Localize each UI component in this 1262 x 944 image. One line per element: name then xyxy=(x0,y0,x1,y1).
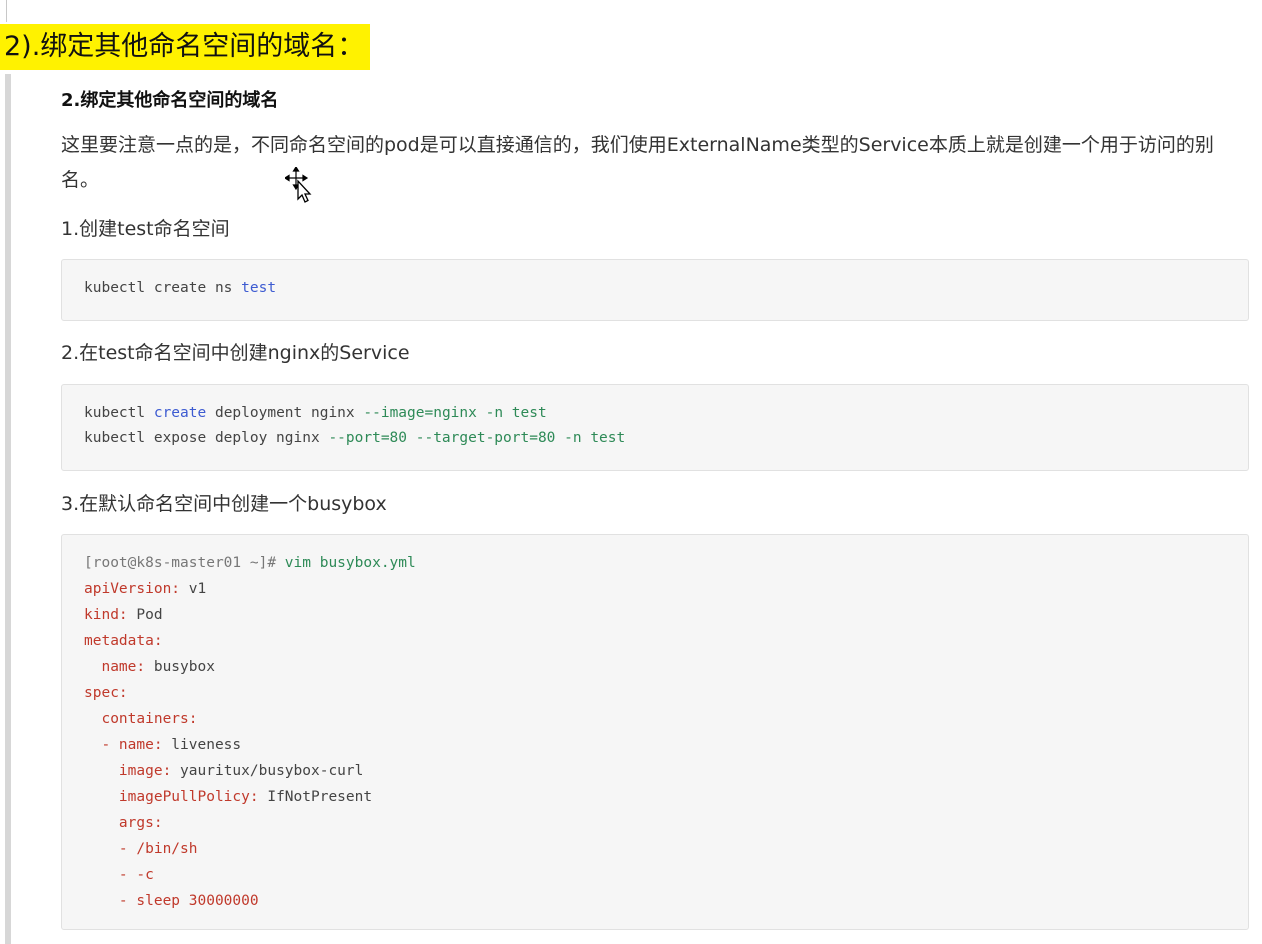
shell-command: vim busybox.yml xyxy=(284,555,416,571)
yaml-value: IfNotPresent xyxy=(258,789,373,805)
yaml-line: imagePullPolicy: IfNotPresent xyxy=(84,789,372,805)
shell-prompt: [root@k8s-master01 ~]# xyxy=(84,555,285,571)
yaml-value: Pod xyxy=(127,607,163,623)
code-option: --image=nginx -n test xyxy=(363,405,547,421)
code-option: --port=80 --target-port=80 -n test xyxy=(328,430,626,446)
code-text: kubectl xyxy=(84,405,154,421)
intro-paragraph: 这里要注意一点的是，不同命名空间的pod是可以直接通信的，我们使用Externa… xyxy=(61,134,1214,191)
yaml-value: liveness xyxy=(162,737,242,753)
yaml-key: - name: xyxy=(84,737,163,753)
yaml-key: metadata: xyxy=(84,633,163,649)
code-text: deployment nginx xyxy=(206,405,364,421)
yaml-key: args: xyxy=(84,815,163,831)
yaml-line: kind: Pod xyxy=(84,607,163,623)
yaml-key: name: xyxy=(84,659,146,675)
highlighted-heading: 2).绑定其他命名空间的域名： xyxy=(0,24,371,70)
step3-label: 3.在默认命名空间中创建一个busybox xyxy=(61,493,387,515)
move-cursor-icon xyxy=(285,167,312,203)
blockquote-rule xyxy=(5,74,11,944)
code-line: kubectl create deployment nginx --image=… xyxy=(84,405,547,421)
yaml-line: - /bin/sh xyxy=(84,841,198,857)
code-keyword: create xyxy=(153,405,207,421)
window-corner-divider xyxy=(0,0,7,22)
yaml-line: args: xyxy=(84,815,163,831)
yaml-key: apiVersion: xyxy=(84,581,181,597)
code-block-nginx: kubectl create deployment nginx --image=… xyxy=(61,384,1249,471)
section-title: 2.绑定其他命名空间的域名 xyxy=(61,90,279,111)
code-line: kubectl expose deploy nginx --port=80 --… xyxy=(84,430,625,446)
yaml-key: - /bin/sh xyxy=(84,841,198,857)
yaml-line: - sleep 30000000 xyxy=(84,893,259,909)
code-text: kubectl create ns xyxy=(84,280,242,296)
step2-label: 2.在test命名空间中创建nginx的Service xyxy=(61,342,410,364)
code-line: kubectl create ns test xyxy=(84,280,276,296)
yaml-key: containers: xyxy=(84,711,198,727)
yaml-line: - -c xyxy=(84,867,154,883)
code-text: kubectl expose deploy nginx xyxy=(84,430,329,446)
code-block-busybox: [root@k8s-master01 ~]# vim busybox.yml a… xyxy=(61,534,1249,930)
yaml-line: metadata: xyxy=(84,633,163,649)
yaml-line: name: busybox xyxy=(84,659,215,675)
yaml-line: containers: xyxy=(84,711,198,727)
yaml-line: image: yauritux/busybox-curl xyxy=(84,763,363,779)
yaml-value: yauritux/busybox-curl xyxy=(171,763,364,779)
yaml-key: imagePullPolicy: xyxy=(84,789,259,805)
yaml-value: v1 xyxy=(180,581,207,597)
code-line: [root@k8s-master01 ~]# vim busybox.yml xyxy=(84,555,416,571)
yaml-key: kind: xyxy=(84,607,128,623)
yaml-line: spec: xyxy=(84,685,128,701)
yaml-key: - -c xyxy=(84,867,154,883)
yaml-key: spec: xyxy=(84,685,128,701)
yaml-line: - name: liveness xyxy=(84,737,241,753)
yaml-key: image: xyxy=(84,763,172,779)
code-block-create-ns: kubectl create ns test xyxy=(61,259,1249,321)
yaml-value: busybox xyxy=(145,659,215,675)
step1-label: 1.创建test命名空间 xyxy=(61,218,230,240)
yaml-key: - sleep 30000000 xyxy=(84,893,259,909)
yaml-line: apiVersion: v1 xyxy=(84,581,206,597)
code-keyword: test xyxy=(241,280,277,296)
